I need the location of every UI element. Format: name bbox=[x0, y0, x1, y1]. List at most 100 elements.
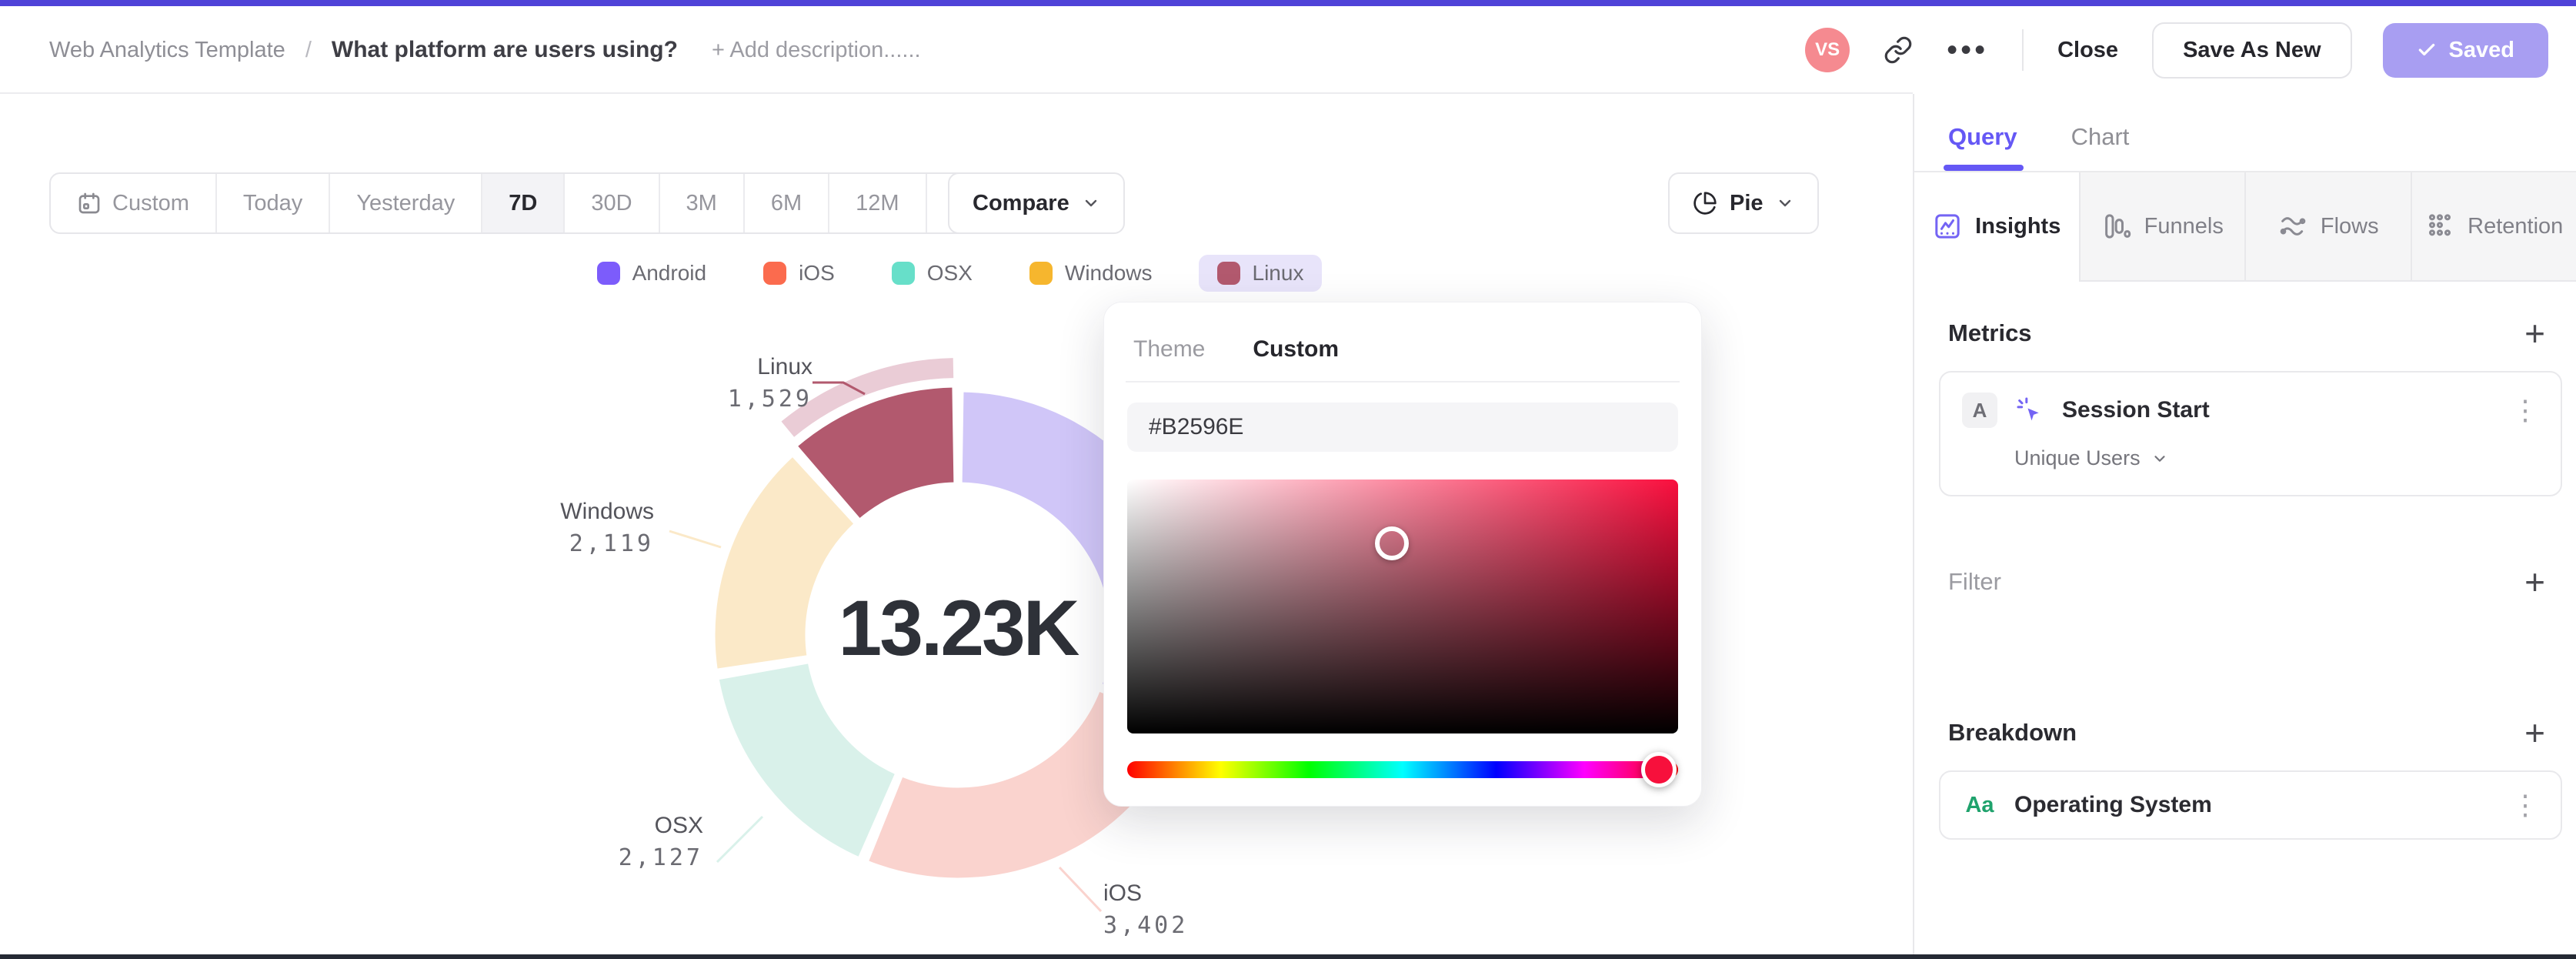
analysis-type-tabs: Insights Funnels Flows Retention bbox=[1914, 172, 2576, 282]
slice-label-name: iOS bbox=[1103, 880, 1143, 906]
leader-line-osx bbox=[716, 815, 764, 864]
legend-swatch-linux bbox=[1216, 262, 1240, 285]
hue-slider[interactable] bbox=[1127, 752, 1678, 787]
slice-label-osx: OSX 2,127 bbox=[562, 810, 703, 874]
add-breakdown-button[interactable]: + bbox=[2524, 715, 2545, 750]
link-icon bbox=[1884, 35, 1913, 65]
leader-line-ios bbox=[1058, 866, 1103, 913]
slice-label-name: Linux bbox=[757, 354, 813, 379]
aggregation-dropdown[interactable]: Unique Users bbox=[2014, 446, 2539, 470]
tab-custom[interactable]: Custom bbox=[1253, 336, 1339, 363]
more-options-button[interactable]: ••• bbox=[1947, 33, 1988, 68]
header-actions: VS ••• Close Save As New Saved bbox=[1805, 22, 2548, 79]
slice-label-windows: Windows 2,119 bbox=[500, 496, 654, 560]
legend-label: iOS bbox=[799, 261, 835, 285]
header-bottom-border bbox=[0, 92, 1913, 94]
filter-title: Filter bbox=[1948, 568, 2001, 595]
breadcrumb-root[interactable]: Web Analytics Template bbox=[49, 38, 285, 63]
legend-label: Windows bbox=[1064, 261, 1153, 285]
color-picker-popup: Theme Custom #B2596E bbox=[1103, 302, 1702, 807]
range-label: Custom bbox=[112, 190, 189, 216]
range-30d[interactable]: 30D bbox=[565, 174, 660, 232]
legend-item-ios[interactable]: iOS bbox=[752, 255, 846, 292]
breakdown-card[interactable]: Aa Operating System ⋮ bbox=[1939, 770, 2562, 840]
save-as-new-button[interactable]: Save As New bbox=[2152, 22, 2352, 79]
top-accent-bar bbox=[0, 0, 2576, 6]
tab-flows[interactable]: Flows bbox=[2244, 172, 2411, 282]
slice-label-value: 2,119 bbox=[569, 530, 654, 557]
legend-swatch-android bbox=[596, 262, 620, 285]
pie-chart-icon bbox=[1693, 191, 1717, 216]
range-3m[interactable]: 3M bbox=[660, 174, 745, 232]
tab-retention[interactable]: Retention bbox=[2410, 172, 2576, 282]
tab-theme[interactable]: Theme bbox=[1133, 336, 1205, 363]
chart-legend: Android iOS OSX Windows Linux bbox=[477, 254, 1431, 292]
metric-card[interactable]: A Session Start ⋮ Unique Users bbox=[1939, 371, 2562, 496]
chart-type-button[interactable]: Pie bbox=[1668, 172, 1819, 234]
slice-label-ios: iOS 3,402 bbox=[1103, 877, 1273, 942]
range-today[interactable]: Today bbox=[217, 174, 331, 232]
page-title[interactable]: What platform are users using? bbox=[332, 37, 678, 63]
chevron-down-icon bbox=[1082, 194, 1100, 212]
legend-swatch-ios bbox=[763, 262, 787, 285]
calendar-icon bbox=[77, 191, 102, 216]
metric-event-name: Session Start bbox=[2062, 397, 2210, 423]
kebab-menu-icon[interactable]: ⋮ bbox=[2511, 396, 2539, 423]
tab-insights[interactable]: Insights bbox=[1914, 172, 2079, 282]
tab-label: Insights bbox=[1975, 213, 2061, 239]
range-12m[interactable]: 12M bbox=[829, 174, 927, 232]
range-7d[interactable]: 7D bbox=[482, 174, 566, 232]
slice-label-value: 1,529 bbox=[727, 386, 813, 413]
close-button[interactable]: Close bbox=[2057, 38, 2118, 63]
check-icon bbox=[2417, 40, 2437, 60]
kebab-menu-icon[interactable]: ⋮ bbox=[2511, 790, 2539, 818]
bottom-edge-bar bbox=[0, 954, 2576, 959]
tab-label: Funnels bbox=[2144, 213, 2224, 239]
color-cursor[interactable] bbox=[1374, 526, 1409, 560]
share-link-button[interactable] bbox=[1884, 35, 1913, 65]
legend-item-linux[interactable]: Linux bbox=[1198, 255, 1323, 292]
breakdown-title: Breakdown bbox=[1948, 719, 2077, 746]
add-description-button[interactable]: + Add description...... bbox=[712, 38, 921, 63]
saved-button[interactable]: Saved bbox=[2382, 22, 2548, 78]
legend-item-windows[interactable]: Windows bbox=[1019, 255, 1163, 292]
add-metric-button[interactable]: + bbox=[2524, 316, 2545, 351]
tab-chart[interactable]: Chart bbox=[2071, 123, 2130, 171]
filter-header: Filter + bbox=[1914, 564, 2576, 600]
click-event-icon bbox=[2014, 395, 2045, 426]
legend-swatch-windows bbox=[1029, 262, 1053, 285]
metrics-header: Metrics + bbox=[1914, 316, 2576, 351]
range-yesterday[interactable]: Yesterday bbox=[330, 174, 483, 232]
range-custom[interactable]: Custom bbox=[51, 174, 217, 232]
legend-item-android[interactable]: Android bbox=[586, 255, 718, 292]
avatar[interactable]: VS bbox=[1805, 28, 1850, 72]
add-filter-button[interactable]: + bbox=[2524, 564, 2545, 600]
hex-color-input[interactable]: #B2596E bbox=[1127, 403, 1678, 452]
slice-label-name: OSX bbox=[654, 813, 703, 838]
color-picker-tabs: Theme Custom bbox=[1127, 324, 1678, 381]
slice-label-value: 3,402 bbox=[1103, 912, 1189, 939]
donut-slice-osx[interactable] bbox=[715, 660, 899, 861]
compare-button[interactable]: Compare bbox=[948, 172, 1125, 234]
funnels-icon bbox=[2101, 211, 2132, 242]
chevron-down-icon bbox=[2151, 450, 2168, 467]
saved-label: Saved bbox=[2448, 37, 2514, 62]
hue-slider-thumb[interactable] bbox=[1640, 752, 1677, 787]
tab-query[interactable]: Query bbox=[1944, 123, 2024, 171]
header: Web Analytics Template / What platform a… bbox=[0, 6, 2576, 94]
tab-label: Flows bbox=[2320, 213, 2379, 239]
legend-label: Linux bbox=[1252, 261, 1304, 285]
tab-funnels[interactable]: Funnels bbox=[2078, 172, 2244, 282]
aggregation-label: Unique Users bbox=[2014, 446, 2141, 469]
query-sidebar: Query Chart Insights Funnels Flows Reten… bbox=[1914, 94, 2576, 954]
series-letter-badge: A bbox=[1962, 393, 1997, 428]
chevron-down-icon bbox=[1776, 194, 1794, 212]
retention-icon bbox=[2424, 211, 2455, 242]
saturation-value-area[interactable] bbox=[1127, 480, 1678, 733]
compare-label: Compare bbox=[973, 190, 1069, 216]
metrics-title: Metrics bbox=[1948, 319, 2032, 346]
date-range-selector: Custom Today Yesterday 7D 30D 3M 6M 12M … bbox=[49, 172, 1055, 234]
legend-item-osx[interactable]: OSX bbox=[881, 255, 983, 292]
range-6m[interactable]: 6M bbox=[745, 174, 830, 232]
property-type-badge: Aa bbox=[1965, 792, 1994, 817]
